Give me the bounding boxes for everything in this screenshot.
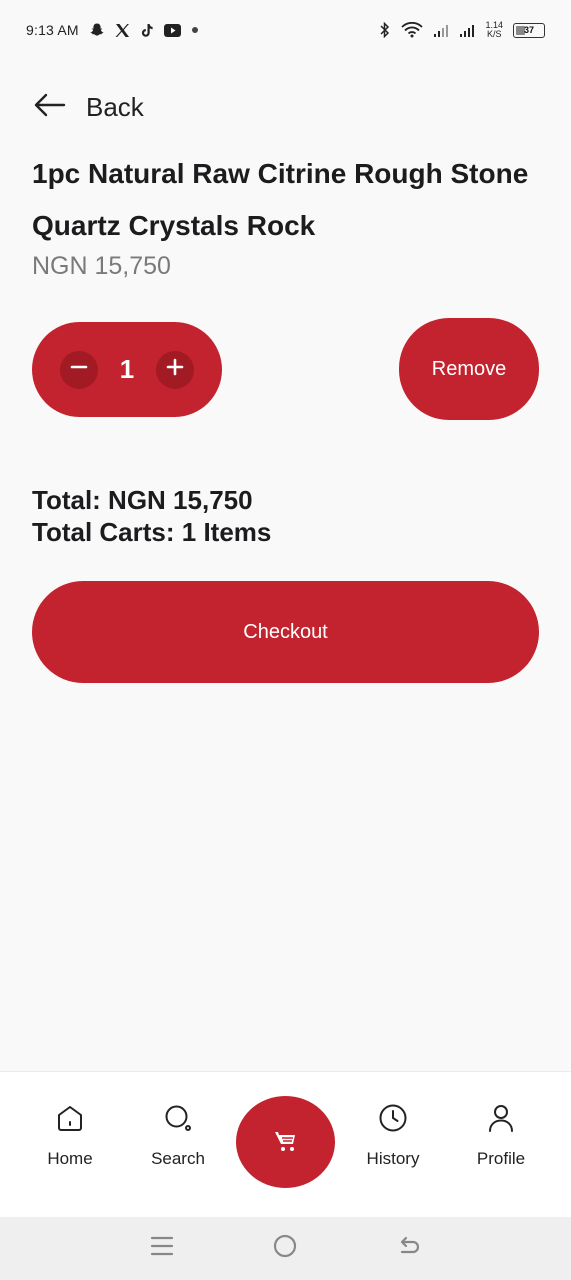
back-arrow-icon [397,1234,421,1263]
x-icon [115,23,130,38]
nav-item-cart[interactable] [236,1096,335,1188]
nav-item-search[interactable]: Search [128,1102,228,1169]
search-icon [162,1102,194,1139]
status-left: 9:13 AM [26,22,199,38]
nav-label-search: Search [151,1149,205,1168]
status-right: 1.14 K/S 37 [379,21,545,39]
home-system-button[interactable] [265,1229,305,1269]
battery-icon: 37 [513,22,545,38]
system-nav-bar [0,1217,571,1280]
nav-item-home[interactable]: Home [20,1102,120,1169]
signal-icon [459,23,475,38]
cart-totals: Total: NGN 15,750 Total Carts: 1 Items [32,484,271,548]
arrow-left-icon [34,93,66,122]
nav-label-home: Home [47,1149,93,1168]
bluetooth-icon [379,22,391,38]
total-amount: Total: NGN 15,750 [32,485,253,515]
remove-button[interactable]: Remove [399,318,539,420]
recent-apps-button[interactable] [142,1229,182,1269]
wifi-icon [401,22,424,38]
back-label: Back [86,92,144,122]
clock-icon [377,1102,409,1139]
signal-icon [433,23,449,38]
user-icon [485,1102,517,1139]
total-carts: Total Carts: 1 Items [32,517,272,547]
circle-icon [272,1233,298,1264]
nav-item-profile[interactable]: Profile [451,1102,551,1169]
quantity-value: 1 [119,354,135,384]
snapchat-icon [89,22,105,38]
back-button[interactable]: Back [34,92,144,123]
nav-label-history: History [366,1149,420,1168]
nav-item-history[interactable]: History [343,1102,443,1169]
battery-level: 37 [523,25,534,35]
decrement-button[interactable] [60,350,98,389]
home-icon [54,1102,86,1139]
checkout-button[interactable]: Checkout [32,581,539,683]
tiktok-icon [140,23,154,38]
network-speed-unit: K/S [486,29,502,39]
menu-icon [150,1235,174,1262]
network-speed: 1.14 K/S [485,21,503,39]
product-title: 1pc Natural Raw Citrine Rough Stone Quar… [32,158,529,241]
minus-icon [69,357,89,382]
status-bar: 9:13 AM 1.14 K/S 37 [0,0,571,60]
dot-icon [191,26,199,34]
cart-icon [271,1125,301,1160]
product-price: NGN 15,750 [32,252,171,280]
status-time: 9:13 AM [26,22,79,38]
bottom-nav: Home Search History Profile [0,1071,571,1217]
plus-icon [165,357,185,382]
increment-button[interactable] [156,350,194,389]
back-system-button[interactable] [389,1229,429,1269]
quantity-stepper: 1 [32,322,222,417]
youtube-icon [163,23,181,37]
nav-label-profile: Profile [476,1149,526,1168]
